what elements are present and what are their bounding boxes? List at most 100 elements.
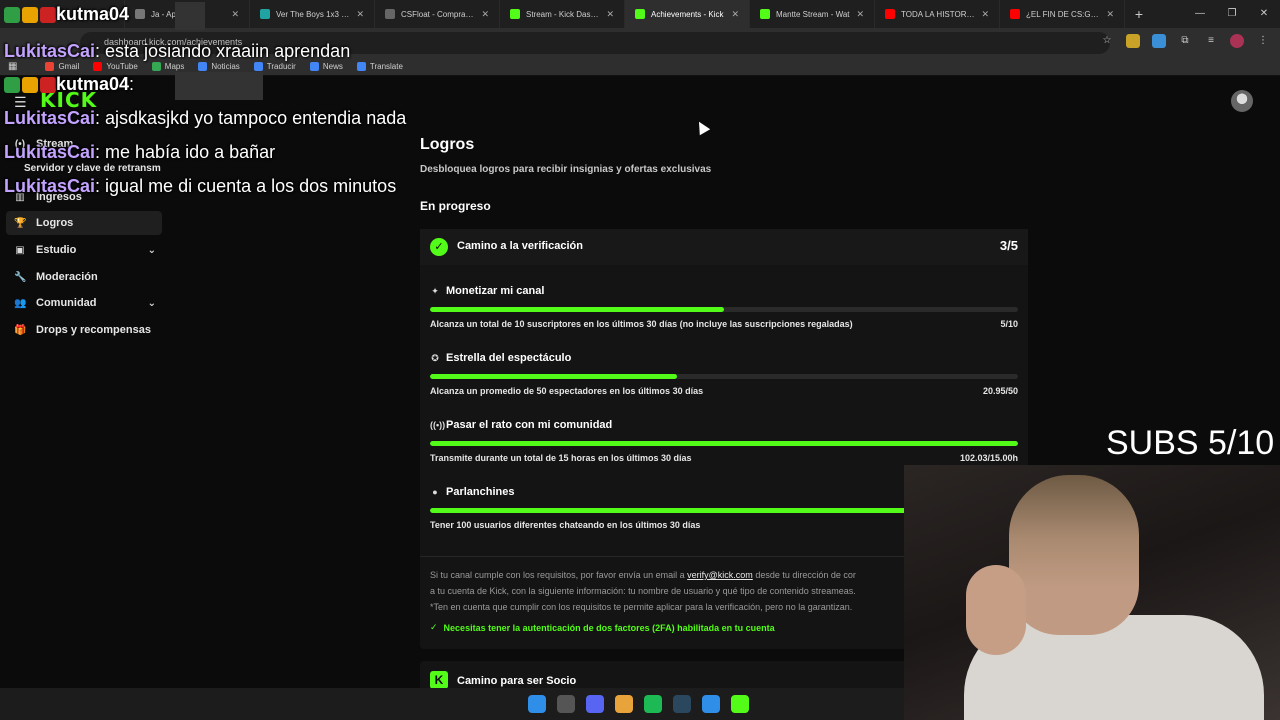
verification-card-header[interactable]: ✓ Camino a la verificación 3/5 [420,229,1028,265]
chrome-icon[interactable] [615,695,633,713]
badge-icon [22,7,38,24]
subs-goal-overlay: SUBS 5/10 [1106,424,1275,462]
close-tab-icon[interactable]: ✕ [731,9,739,20]
tab-favicon-icon [260,9,270,19]
sidebar-item[interactable]: 🏆 Logros [6,211,162,235]
puzzle-icon[interactable]: ⧉ [1178,34,1192,48]
window-controls: — ❐ ✕ [1184,0,1280,28]
progress-bar [430,307,1018,312]
badge-icon [40,7,56,24]
tab-favicon-icon [135,9,145,19]
windows-start-icon[interactable] [528,695,546,713]
achievement-title-text: Monetizar mi canal [446,285,545,297]
chat-username: kutma04 [56,4,130,24]
achievement-icon: ● [432,487,438,497]
sidebar-item[interactable]: 👥 Comunidad ⌄ [6,291,162,315]
tab-title: Stream - Kick Dashbo [526,9,601,19]
apps-icon[interactable]: ▦ [8,61,17,72]
bookmark-star-icon[interactable]: ☆ [1100,34,1114,48]
close-tab-icon[interactable]: ✕ [231,9,239,20]
tab-favicon-icon [885,9,895,19]
webcam-hand [966,565,1026,655]
chat-message: LukitasCai: ajsdkasjkd yo tampoco entend… [4,108,406,129]
bookmark-item[interactable]: News [309,62,343,71]
chevron-down-icon: ⌄ [147,297,156,309]
chat-message: LukitasCai: me había ido a bañar [4,142,275,163]
badge-icon [4,77,20,94]
progress-bar [430,441,1018,446]
bookmark-label: Traducir [266,62,296,71]
verified-check-icon: ✓ [430,238,448,256]
achievement-title: ✦ Monetizar mi canal [430,285,1018,297]
maximize-button[interactable]: ❐ [1216,0,1248,28]
chevron-down-icon: ⌄ [147,244,156,256]
browser-tab[interactable]: Ver The Boys 1x3 Onl ✕ [250,0,375,28]
badge-icon [22,77,38,94]
browser-tab[interactable]: Stream - Kick Dashbo ✕ [500,0,625,28]
webcam-overlay [904,465,1280,720]
close-tab-icon[interactable]: ✕ [356,9,364,20]
discord-icon[interactable] [586,695,604,713]
sidebar-item-label: Logros [36,217,74,229]
badge-icon [40,77,56,94]
bookmark-item[interactable]: YouTube [93,62,138,71]
new-tab-button[interactable]: + [1125,6,1153,22]
sidebar-subitem-stream-key[interactable]: Servidor y clave de retransm [24,163,161,174]
menu-icon[interactable]: ⋮ [1256,34,1270,48]
sidebar-item-label: Drops y recompensas [36,324,151,336]
bookmark-item[interactable]: Gmail [45,62,79,71]
chat-text: : me había ido a bañar [95,142,276,162]
achievement-description: Alcanza un promedio de 50 espectadores e… [430,386,704,396]
steam-icon[interactable] [673,695,691,713]
sidebar-item[interactable]: 🔧 Moderación [6,265,162,289]
browser-tab[interactable]: TODA LA HISTORIA D ✕ [875,0,1000,28]
spotify-icon[interactable] [644,695,662,713]
close-window-button[interactable]: ✕ [1248,0,1280,28]
bookmark-item[interactable]: Traducir [253,62,296,71]
verify-email-link[interactable]: verify@kick.com [687,570,753,580]
browser-tab[interactable]: CSFloat - Compra y v ✕ [375,0,500,28]
achievement-item: ((•)) Pasar el rato con mi comunidad Trans… [430,419,1018,463]
tab-title: TODA LA HISTORIA D [901,9,976,19]
close-tab-icon[interactable]: ✕ [856,9,864,20]
achievement-title-text: Parlanchines [446,486,515,498]
close-tab-icon[interactable]: ✕ [981,9,989,20]
chat-badges [4,77,56,94]
emote-thumbnail [175,72,263,100]
kick-icon[interactable] [731,695,749,713]
bookmark-item[interactable]: Translate [356,62,403,71]
sidebar-item[interactable]: 🎁 Drops y recompensas [6,318,162,342]
minimize-button[interactable]: — [1184,0,1216,28]
extension-icon[interactable] [1152,34,1166,48]
sidebar-item-icon: 🏆 [14,217,27,229]
close-tab-icon[interactable]: ✕ [606,9,614,20]
browser-tab[interactable]: Achievements - Kick ✕ [625,0,750,28]
progress-fill [430,374,677,379]
bookmark-favicon-icon [93,62,103,71]
media-icon[interactable]: ≡ [1204,34,1218,48]
tab-favicon-icon [510,9,520,19]
extension-icon[interactable] [1126,34,1140,48]
tab-title: Achievements - Kick [651,9,724,19]
chrome-canary-icon[interactable] [557,695,575,713]
close-tab-icon[interactable]: ✕ [1106,9,1114,20]
user-avatar[interactable] [1231,90,1253,112]
page-subtitle: Desbloquea logros para recibir insignias… [420,164,712,175]
browser-tab[interactable]: Mantte Stream - Wat ✕ [750,0,875,28]
bookmark-favicon-icon [309,62,319,71]
bookmark-item[interactable]: Noticias [198,62,240,71]
tab-title: Mantte Stream - Wat [776,9,850,19]
bookmark-item[interactable]: Maps [151,62,184,71]
chat-username: LukitasCai [4,108,96,128]
bookmark-label: Noticias [211,62,240,71]
chat-username: kutma04 [56,74,130,94]
close-tab-icon[interactable]: ✕ [481,9,489,20]
sidebar-item[interactable]: ▣ Estudio ⌄ [6,238,162,262]
obs-icon[interactable] [702,695,720,713]
browser-tab[interactable]: ¿EL FIN DE CS:GO? - ✕ [1000,0,1125,28]
achievement-item: ✪ Estrella del espectáculo Alcanza un prom… [430,352,1018,396]
profile-icon[interactable] [1230,34,1244,48]
tab-title: ¿EL FIN DE CS:GO? - [1026,9,1101,19]
verify-note-line2: a tu cuenta de Kick, con la siguiente in… [430,586,856,596]
sidebar-item-icon: 🎁 [14,324,27,336]
